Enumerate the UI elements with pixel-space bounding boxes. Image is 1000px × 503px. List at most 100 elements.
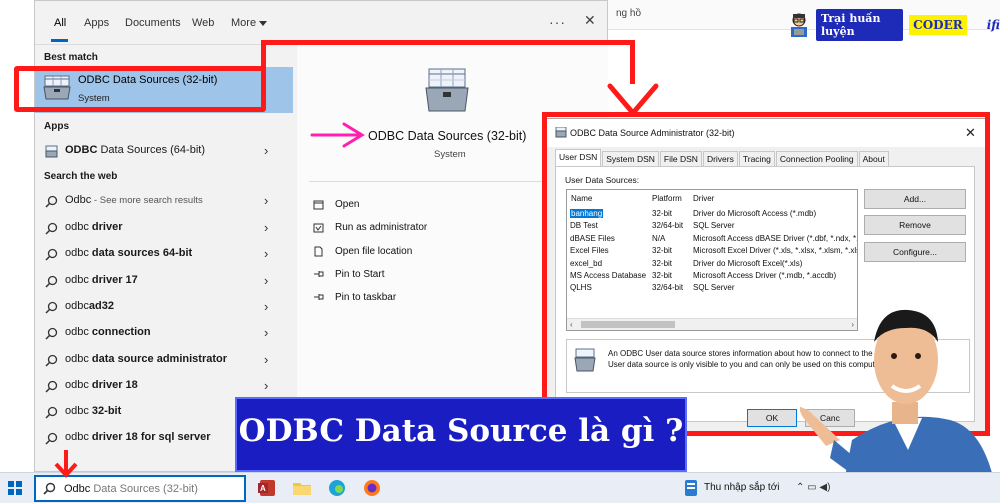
file-explorer-icon[interactable] <box>292 478 312 498</box>
web-result-item[interactable]: odbc connection › <box>35 320 293 346</box>
chevron-right-icon[interactable]: › <box>264 325 268 340</box>
chevron-right-icon[interactable]: › <box>264 378 268 393</box>
web-result-label: Odbc - See more search results <box>65 194 203 206</box>
action-label: Open file location <box>335 245 413 257</box>
search-icon <box>45 275 58 288</box>
tab-web[interactable]: Web <box>192 17 214 29</box>
more-options-icon[interactable]: ··· <box>549 14 566 30</box>
news-widget-icon[interactable] <box>683 478 699 498</box>
open-file-location-action[interactable]: Open file location <box>313 243 513 263</box>
web-result-label: odbcad32 <box>65 299 114 312</box>
web-result-label: odbc 32-bit <box>65 405 122 418</box>
banner-title: ODBC Data Source là gì ? <box>238 413 684 449</box>
chevron-down-icon <box>259 20 268 26</box>
search-icon <box>45 222 58 235</box>
close-icon[interactable]: ✕ <box>584 12 596 29</box>
web-result-label: odbc data sources 64-bit <box>65 247 193 260</box>
taskbar: Odbc Data Sources (32-bit) A Thu nhập sắ… <box>0 472 1000 503</box>
search-icon <box>43 482 56 495</box>
arrow-down-icon <box>54 450 78 478</box>
web-result-item[interactable]: odbc driver 18 › <box>35 373 293 399</box>
shield-icon <box>313 223 324 233</box>
chevron-right-icon[interactable]: › <box>264 352 268 367</box>
run-as-admin-action[interactable]: Run as administrator <box>313 219 513 239</box>
search-icon <box>45 354 58 367</box>
search-icon <box>45 301 58 314</box>
news-widget-text[interactable]: Thu nhập sắp tới <box>704 482 780 493</box>
web-result-label: odbc driver 17 <box>65 273 138 286</box>
web-result-label: odbc data source administrator <box>65 352 228 365</box>
search-icon <box>45 406 58 419</box>
action-label: Run as administrator <box>335 222 428 234</box>
browser-tab-text: ng hồ <box>616 8 642 19</box>
odbc-64-app-icon <box>45 145 58 158</box>
web-result-label: odbc connection <box>65 326 151 339</box>
open-action[interactable]: Open <box>313 196 513 216</box>
chevron-right-icon[interactable]: › <box>264 273 268 288</box>
tab-apps[interactable]: Apps <box>84 17 109 29</box>
brand-pill-label: Trại huấn luyện <box>816 9 904 41</box>
open-icon <box>313 200 324 210</box>
coder-mascot-icon <box>788 12 810 38</box>
chevron-right-icon[interactable]: › <box>264 220 268 235</box>
chevron-right-icon[interactable]: › <box>264 299 268 314</box>
apps-header: Apps <box>44 121 69 132</box>
pin-icon <box>314 294 324 301</box>
search-icon <box>45 380 58 393</box>
search-icon <box>45 328 58 340</box>
action-label: Open <box>335 199 360 210</box>
taskbar-search-text: Odbc Data Sources (32-bit) <box>64 483 198 495</box>
title-banner: ODBC Data Source là gì ? <box>237 399 685 470</box>
pointer-arrow-icon <box>310 122 365 148</box>
search-icon <box>45 433 58 445</box>
tab-more[interactable]: More <box>231 17 268 29</box>
connector-line <box>261 40 635 45</box>
web-result-label: odbc driver 18 <box>65 378 138 391</box>
search-tabs: All Apps Documents Web More ··· ✕ <box>35 1 609 45</box>
web-result-item[interactable]: odbc driver 17 › <box>35 268 293 294</box>
web-result-item[interactable]: odbc driver › <box>35 215 293 241</box>
edge-browser-icon[interactable] <box>327 478 347 498</box>
brand-logo: ifi <box>986 18 1000 32</box>
tab-more-label: More <box>231 17 257 29</box>
pin-to-start-action[interactable]: Pin to Start <box>313 266 513 286</box>
web-result-label: odbc driver <box>65 221 123 233</box>
highlight-box-best-match <box>14 66 266 112</box>
search-web-header: Search the web <box>44 171 118 182</box>
best-match-header: Best match <box>44 52 98 63</box>
web-result-item[interactable]: odbc data sources 64-bit › <box>35 241 293 267</box>
windows-start-icon[interactable] <box>8 481 22 495</box>
search-autocomplete-text: Data Sources (32-bit) <box>90 483 198 495</box>
brand-banner: Trại huấn luyện CODER ifi <box>788 9 1000 41</box>
svg-text:A: A <box>260 484 266 493</box>
firefox-icon[interactable] <box>362 478 382 498</box>
detail-subtitle: System <box>434 149 466 160</box>
active-tab-indicator <box>51 39 68 42</box>
app-item-label: ODBC Data Sources (64-bit) <box>65 144 205 156</box>
taskbar-search-box[interactable]: Odbc Data Sources (32-bit) <box>34 475 246 502</box>
web-result-see-more[interactable]: Odbc - See more search results › <box>35 188 293 214</box>
tab-all[interactable]: All <box>54 17 66 29</box>
app-item-odbc-64[interactable]: ODBC Data Sources (64-bit) › <box>35 138 293 164</box>
web-result-item[interactable]: odbc data source administrator › <box>35 347 293 373</box>
odbc-app-large-icon <box>423 67 471 115</box>
web-result-label: odbc driver 18 for sql server <box>65 431 211 444</box>
web-result-item[interactable]: odbcad32 › <box>35 294 293 320</box>
search-icon <box>45 249 58 261</box>
file-location-icon <box>314 246 323 257</box>
action-label: Pin to taskbar <box>335 292 397 304</box>
action-label: Pin to Start <box>335 268 385 280</box>
pin-icon <box>314 270 324 277</box>
detail-title: ODBC Data Sources (32-bit) <box>368 129 527 143</box>
tab-documents[interactable]: Documents <box>125 17 181 29</box>
chevron-right-icon[interactable]: › <box>264 246 268 261</box>
chevron-right-icon[interactable]: › <box>264 143 268 158</box>
pin-to-taskbar-action[interactable]: Pin to taskbar <box>313 289 513 309</box>
brand-coder-label: CODER <box>909 15 967 35</box>
connector-line <box>630 40 635 84</box>
chevron-right-icon[interactable]: › <box>264 193 268 208</box>
search-typed-text: Odbc <box>64 483 91 495</box>
system-tray-icons[interactable]: ⌃ ▭ ◀) <box>796 482 830 493</box>
search-icon <box>45 195 58 208</box>
access-app-icon[interactable]: A <box>257 478 277 498</box>
